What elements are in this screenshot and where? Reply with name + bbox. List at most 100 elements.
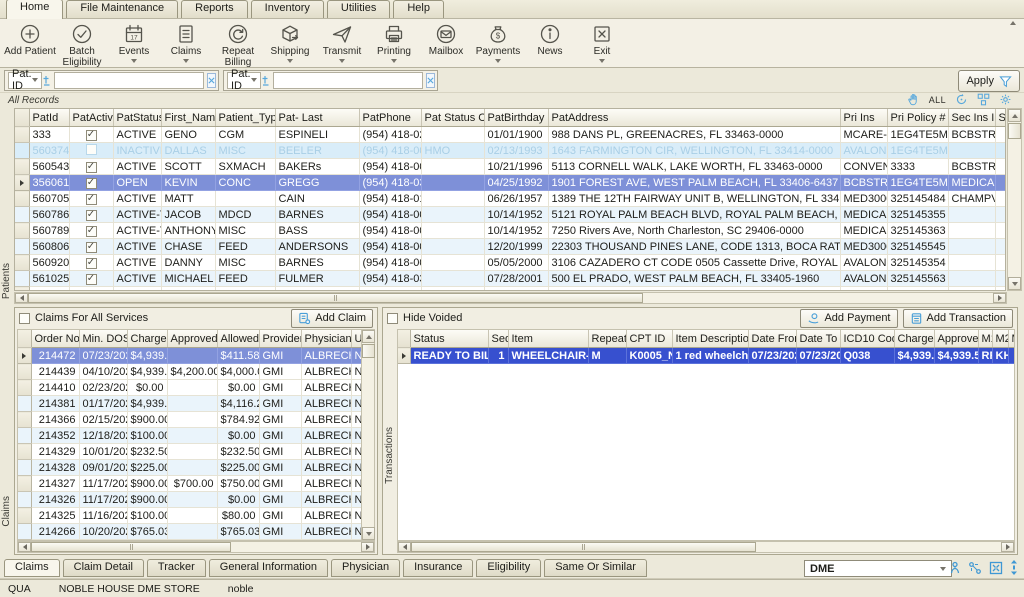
cell[interactable]: $4,000.00 [217,364,259,380]
cell[interactable]: GMI [259,476,301,492]
scroll-down-button[interactable] [362,527,375,540]
column-header-item-description[interactable]: Item Description [672,330,748,348]
scroll-thumb[interactable] [1008,123,1021,139]
pan-hand-icon[interactable] [907,93,920,106]
table-row[interactable]: 560786ACTIVE-TJACOBMDCDBARNES(954) 418-0… [15,207,1006,223]
cell[interactable]: $900.00 [127,492,167,508]
cell[interactable]: $765.03 [217,524,259,540]
column-header-item[interactable]: Item [508,330,588,348]
cell[interactable]: ALBRECHT [301,412,351,428]
pat-active-checkbox[interactable] [69,287,113,292]
toolbar-repeat-billing-button[interactable]: Repeat Billing [212,21,264,67]
cell[interactable] [167,428,217,444]
scroll-thumb[interactable] [28,293,643,303]
cell[interactable]: 214326 [31,492,79,508]
cell[interactable]: 11/16/2023 [79,508,127,524]
tab-general-information[interactable]: General Information [209,559,328,577]
tab-physician[interactable]: Physician [331,559,400,577]
cell[interactable]: ALBRECHT [301,492,351,508]
table-row[interactable]: 21447207/23/2024$4,939.52$411.58GMIALBRE… [18,348,362,364]
add-transaction-button[interactable]: Add Transaction [903,309,1014,328]
cell[interactable]: BCBSTRP [948,127,995,143]
cell[interactable]: MISC [215,255,275,271]
menu-tab-help[interactable]: Help [393,0,444,18]
cell[interactable]: 214328 [31,460,79,476]
cell[interactable]: 560789 [29,223,69,239]
cell[interactable]: 214329 [31,444,79,460]
cell[interactable]: 560543 [29,159,69,175]
cell[interactable]: BCBSTRP [840,175,887,191]
cell[interactable]: 22303 THOUSAND PINES LANE, CODE 1313, BO… [548,239,840,255]
cell[interactable] [995,271,1006,287]
cell[interactable]: 05/05/2000 [484,255,548,271]
cell[interactable]: $0.00 [217,380,259,396]
pat-active-checkbox[interactable] [69,207,113,223]
cell[interactable]: MATT [161,191,215,207]
cell[interactable]: 12/20/1999 [484,239,548,255]
cell[interactable]: 07/23/2024 [79,348,127,364]
column-header-m[interactable]: M [1008,330,1015,348]
cell[interactable]: 3333 [887,159,948,175]
pat-active-checkbox[interactable] [69,159,113,175]
column-header-patient-type[interactable]: Patient_Type [215,109,275,127]
cell[interactable] [421,255,484,271]
toolbar-news-button[interactable]: News [524,21,576,67]
expand-icon[interactable] [989,561,1003,575]
column-header-m1[interactable]: M1 [978,330,992,348]
add-claim-button[interactable]: Add Claim [291,309,373,328]
cell[interactable]: KH [992,348,1008,364]
table-row[interactable]: 21432711/17/2023$900.00$700.00$750.00GMI… [18,476,362,492]
cell[interactable]: 333 [29,127,69,143]
tab-claim-detail[interactable]: Claim Detail [63,559,144,577]
collapse-toolbar-chevron[interactable] [1010,21,1016,25]
pat-active-checkbox[interactable] [69,175,113,191]
cell[interactable]: 3560616 [29,175,69,191]
cell[interactable]: 325145545 [887,239,948,255]
row-selector[interactable] [15,175,29,191]
toolbar-add-patient-button[interactable]: Add Patient [4,21,56,67]
cell[interactable]: 10/21/1996 [484,159,548,175]
column-header-patid[interactable]: PatId [29,109,69,127]
hide-voided-checkbox[interactable] [387,313,398,324]
cell[interactable] [421,223,484,239]
cell[interactable]: $4,939.52 [934,348,978,364]
cell[interactable]: $232.50 [127,444,167,460]
cell[interactable]: 1 [488,348,508,364]
cell[interactable]: BARNES [275,255,359,271]
column-header-pat-status-cat[interactable]: Pat Status Cat [421,109,484,127]
cell[interactable] [995,287,1006,292]
cell[interactable] [421,191,484,207]
cell[interactable]: GMI [259,364,301,380]
toolbar-claims-button[interactable]: Claims [160,21,212,67]
scroll-right-button[interactable] [1001,542,1014,552]
cell[interactable]: ALBRECHT [301,460,351,476]
cell[interactable]: BAKERs [275,159,359,175]
column-header-approved[interactable]: Approved [934,330,978,348]
cell[interactable]: 07/23/2024 [748,348,796,364]
patients-horizontal-scrollbar[interactable] [14,292,1007,304]
cell[interactable]: 560786 [29,207,69,223]
cell[interactable]: $4,939.52 [127,396,167,412]
cell[interactable]: GREGG [275,175,359,191]
cell[interactable]: $900.00 [127,412,167,428]
cell[interactable]: $4,116.28 [217,396,259,412]
cell[interactable]: 5121 ROYAL PALM BEACH BLVD, ROYAL PALM B… [548,207,840,223]
transactions-side-tab[interactable]: Transactions [383,329,397,554]
cell[interactable]: (954) 418-0310 [359,271,421,287]
cell[interactable] [995,143,1006,159]
cell[interactable]: MICHAEL [161,271,215,287]
cell[interactable]: AVALON [840,271,887,287]
cell[interactable]: 09/01/2023 [79,460,127,476]
cell[interactable]: $0.00 [217,428,259,444]
cell[interactable]: 12/18/2023 [79,428,127,444]
cell[interactable]: 214472 [31,348,79,364]
cell[interactable]: M [588,348,626,364]
cell[interactable]: 560374 [29,143,69,159]
cell[interactable]: SXMACH [215,159,275,175]
column-header-allowed[interactable]: Allowed [217,330,259,348]
tab-same-or-similar[interactable]: Same Or Similar [544,559,647,577]
toolbar-payments-button[interactable]: $Payments [472,21,524,67]
cell[interactable] [995,255,1006,271]
tab-claims[interactable]: Claims [4,559,60,577]
cell[interactable]: $784.92 [217,412,259,428]
